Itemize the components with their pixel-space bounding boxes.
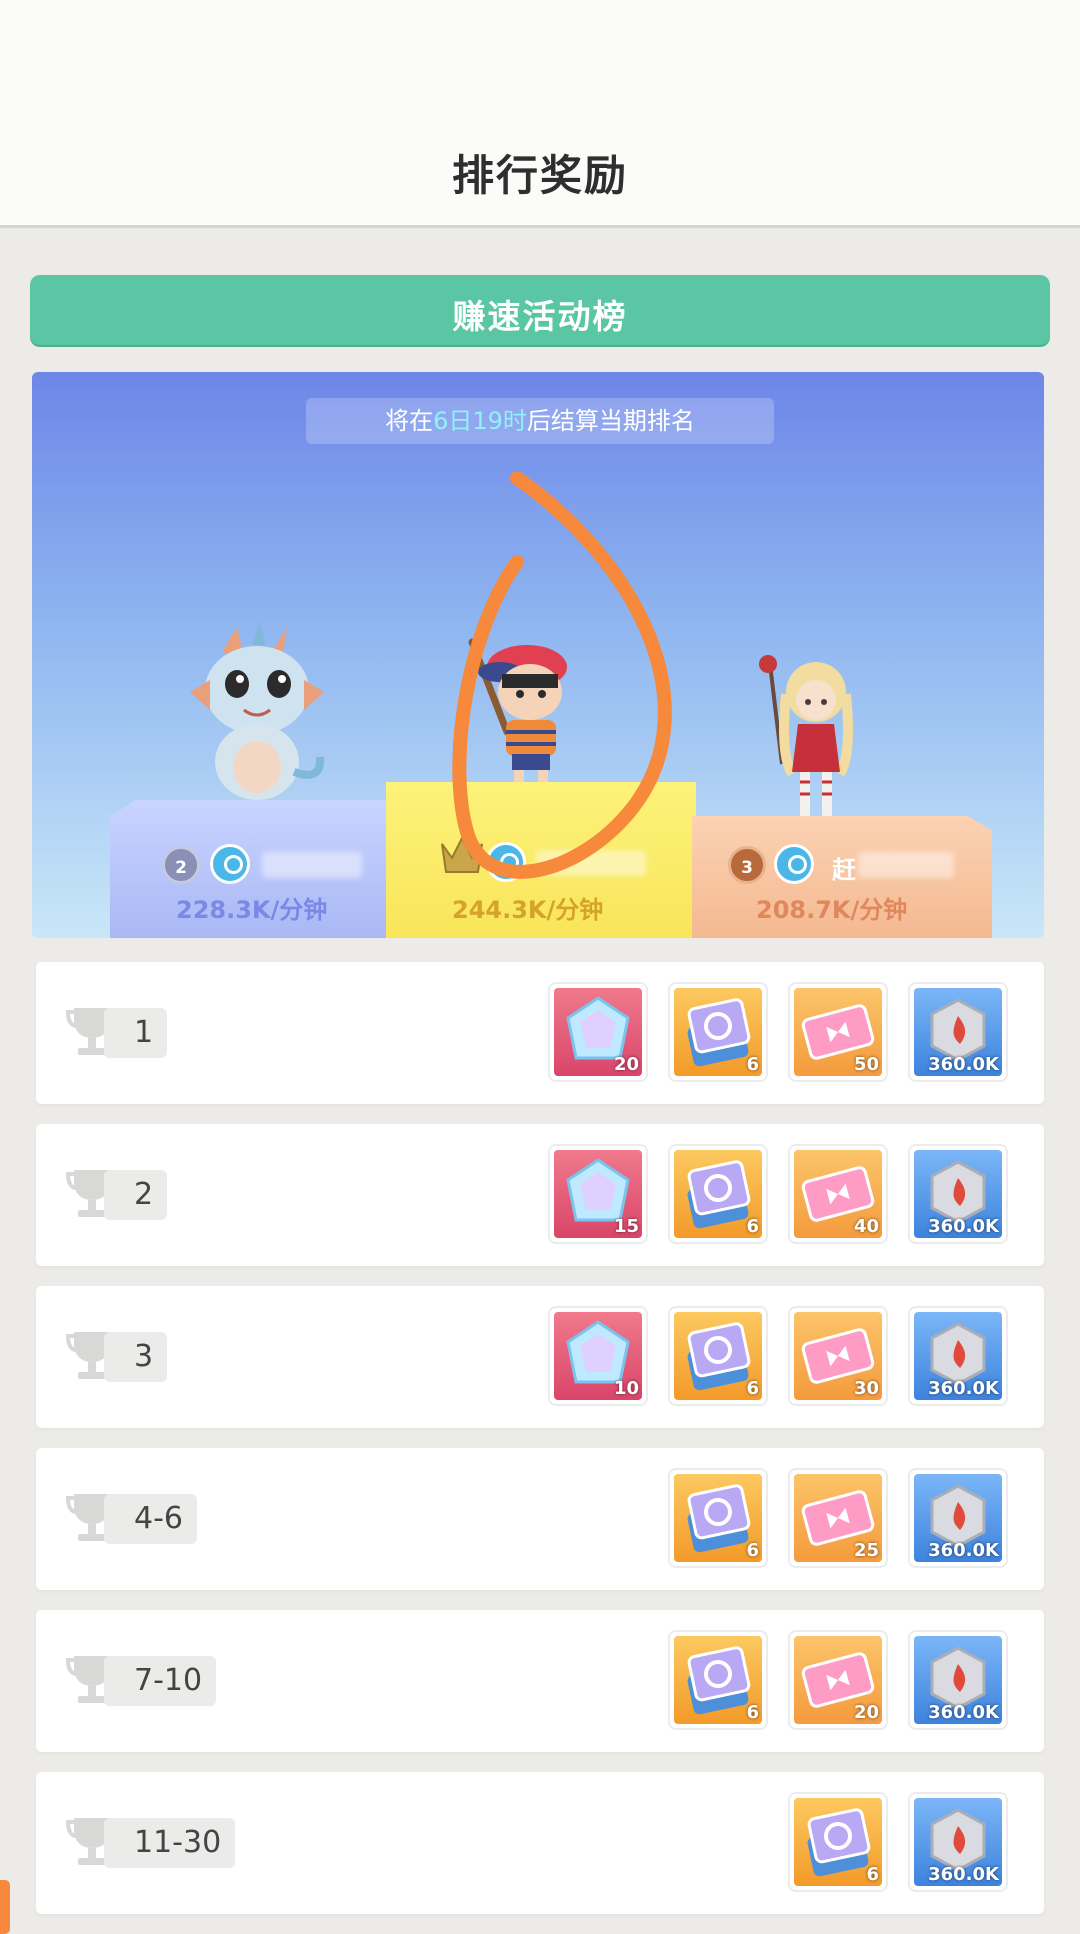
reward-item-icon: 20 <box>554 988 642 1076</box>
reward-quantity: 20 <box>613 1054 639 1075</box>
reward-item-icon: 360.0K <box>914 1150 1002 1238</box>
reward-item-card[interactable]: 6 <box>668 1144 768 1244</box>
reward-quantity: 40 <box>853 1216 879 1237</box>
reward-item-card[interactable]: 6 <box>668 1630 768 1730</box>
reward-quantity: 6 <box>746 1216 759 1237</box>
reward-item-icon: 360.0K <box>914 1474 1002 1562</box>
reward-quantity: 360.0K <box>928 1378 999 1399</box>
reward-quantity: 360.0K <box>928 1216 999 1237</box>
rank-label: 3 <box>104 1332 168 1382</box>
reward-item-icon: 360.0K <box>914 1312 1002 1400</box>
reward-item-stone[interactable]: 360.0K <box>908 982 1008 1082</box>
reward-item-ticket[interactable]: 40 <box>788 1144 888 1244</box>
reward-item-stone[interactable]: 360.0K <box>908 1144 1008 1244</box>
reward-quantity: 20 <box>853 1702 879 1723</box>
avatar[interactable] <box>210 844 250 884</box>
reward-item-ticket[interactable]: 20 <box>788 1630 888 1730</box>
reward-row: 11-30 6 360.0K <box>36 1772 1044 1914</box>
reward-quantity: 10 <box>613 1378 639 1399</box>
reward-quantity: 50 <box>853 1054 879 1075</box>
page-header: 排行奖励 <box>0 0 1080 228</box>
reward-item-card[interactable]: 6 <box>668 982 768 1082</box>
reward-item-icon: 20 <box>794 1636 882 1724</box>
reward-item-icon: 30 <box>794 1312 882 1400</box>
reward-item-stone[interactable]: 360.0K <box>908 1468 1008 1568</box>
countdown-prefix: 将在 <box>385 407 434 435</box>
reward-item-icon: 40 <box>794 1150 882 1238</box>
leaderboard-tab-label: 赚速活动榜 <box>452 297 628 336</box>
reward-item-icon: 360.0K <box>914 988 1002 1076</box>
reward-item-icon: 6 <box>674 1474 762 1562</box>
countdown-time: 6日19时 <box>433 407 527 435</box>
reward-item-card[interactable]: 6 <box>668 1468 768 1568</box>
reward-item-ticket[interactable]: 50 <box>788 982 888 1082</box>
rank-2-badge: 2 <box>162 846 200 884</box>
reward-row: 3 10 6 30 360.0K <box>36 1286 1044 1428</box>
countdown-suffix: 后结算当期排名 <box>526 407 695 435</box>
rank-label: 11-30 <box>104 1818 236 1868</box>
podium-speed-3: 208.7K/分钟 <box>756 896 908 924</box>
reward-item-ticket[interactable]: 30 <box>788 1306 888 1406</box>
reward-quantity: 6 <box>866 1864 879 1885</box>
reward-item-icon: 15 <box>554 1150 642 1238</box>
leaderboard-tab[interactable]: 赚速活动榜 <box>30 275 1050 345</box>
countdown-banner: 将在6日19时后结算当期排名 <box>306 398 774 444</box>
reward-quantity: 360.0K <box>928 1540 999 1561</box>
reward-item-gem[interactable]: 15 <box>548 1144 648 1244</box>
side-handle[interactable] <box>0 1880 10 1934</box>
reward-item-gem[interactable]: 20 <box>548 982 648 1082</box>
reward-quantity: 6 <box>746 1378 759 1399</box>
annotation-circle <box>452 472 672 879</box>
rank-3-badge: 3 <box>728 846 766 884</box>
rank-label: 2 <box>104 1170 168 1220</box>
reward-item-icon: 6 <box>674 988 762 1076</box>
avatar[interactable] <box>774 844 814 884</box>
podium-speed-2: 228.3K/分钟 <box>176 896 328 924</box>
rank-label: 1 <box>104 1008 168 1058</box>
podium-block-3: 3 赶 208.7K/分钟 <box>692 816 992 938</box>
reward-quantity: 6 <box>746 1054 759 1075</box>
reward-row: 2 15 6 40 360.0K <box>36 1124 1044 1266</box>
page-title: 排行奖励 <box>451 151 628 200</box>
rank-label: 4-6 <box>104 1494 197 1544</box>
reward-quantity: 30 <box>853 1378 879 1399</box>
rank-label: 7-10 <box>104 1656 217 1706</box>
blurred-username <box>858 852 954 878</box>
reward-quantity: 6 <box>746 1540 759 1561</box>
podium-block-2: 2 228.3K/分钟 <box>110 800 422 938</box>
blurred-username <box>262 852 362 878</box>
reward-item-card[interactable]: 6 <box>668 1306 768 1406</box>
reward-quantity: 360.0K <box>928 1702 999 1723</box>
reward-item-stone[interactable]: 360.0K <box>908 1630 1008 1730</box>
reward-item-icon: 360.0K <box>914 1798 1002 1886</box>
podium-speed-1: 244.3K/分钟 <box>452 896 604 924</box>
reward-item-icon: 6 <box>794 1798 882 1886</box>
reward-item-stone[interactable]: 360.0K <box>908 1306 1008 1406</box>
reward-item-icon: 360.0K <box>914 1636 1002 1724</box>
reward-item-icon: 6 <box>674 1150 762 1238</box>
dragon-character <box>190 622 325 800</box>
reward-quantity: 6 <box>746 1702 759 1723</box>
reward-item-icon: 6 <box>674 1312 762 1400</box>
reward-item-icon: 10 <box>554 1312 642 1400</box>
reward-row: 4-6 6 25 360.0K <box>36 1448 1044 1590</box>
podium-panel: 将在6日19时后结算当期排名 2 228.3K/分钟 244.3K/分钟 3 赶… <box>32 372 1044 938</box>
reward-item-icon: 25 <box>794 1474 882 1562</box>
reward-quantity: 15 <box>613 1216 639 1237</box>
reward-quantity: 360.0K <box>928 1864 999 1885</box>
username-partial: 赶 <box>832 856 856 884</box>
reward-item-stone[interactable]: 360.0K <box>908 1792 1008 1892</box>
reward-row: 1 20 6 50 360.0K <box>36 962 1044 1104</box>
reward-quantity: 360.0K <box>928 1054 999 1075</box>
girl-character <box>759 655 853 816</box>
reward-item-card[interactable]: 6 <box>788 1792 888 1892</box>
reward-item-icon: 50 <box>794 988 882 1076</box>
reward-item-icon: 6 <box>674 1636 762 1724</box>
reward-row: 7-10 6 20 360.0K <box>36 1610 1044 1752</box>
reward-item-ticket[interactable]: 25 <box>788 1468 888 1568</box>
reward-item-gem[interactable]: 10 <box>548 1306 648 1406</box>
reward-quantity: 25 <box>853 1540 879 1561</box>
